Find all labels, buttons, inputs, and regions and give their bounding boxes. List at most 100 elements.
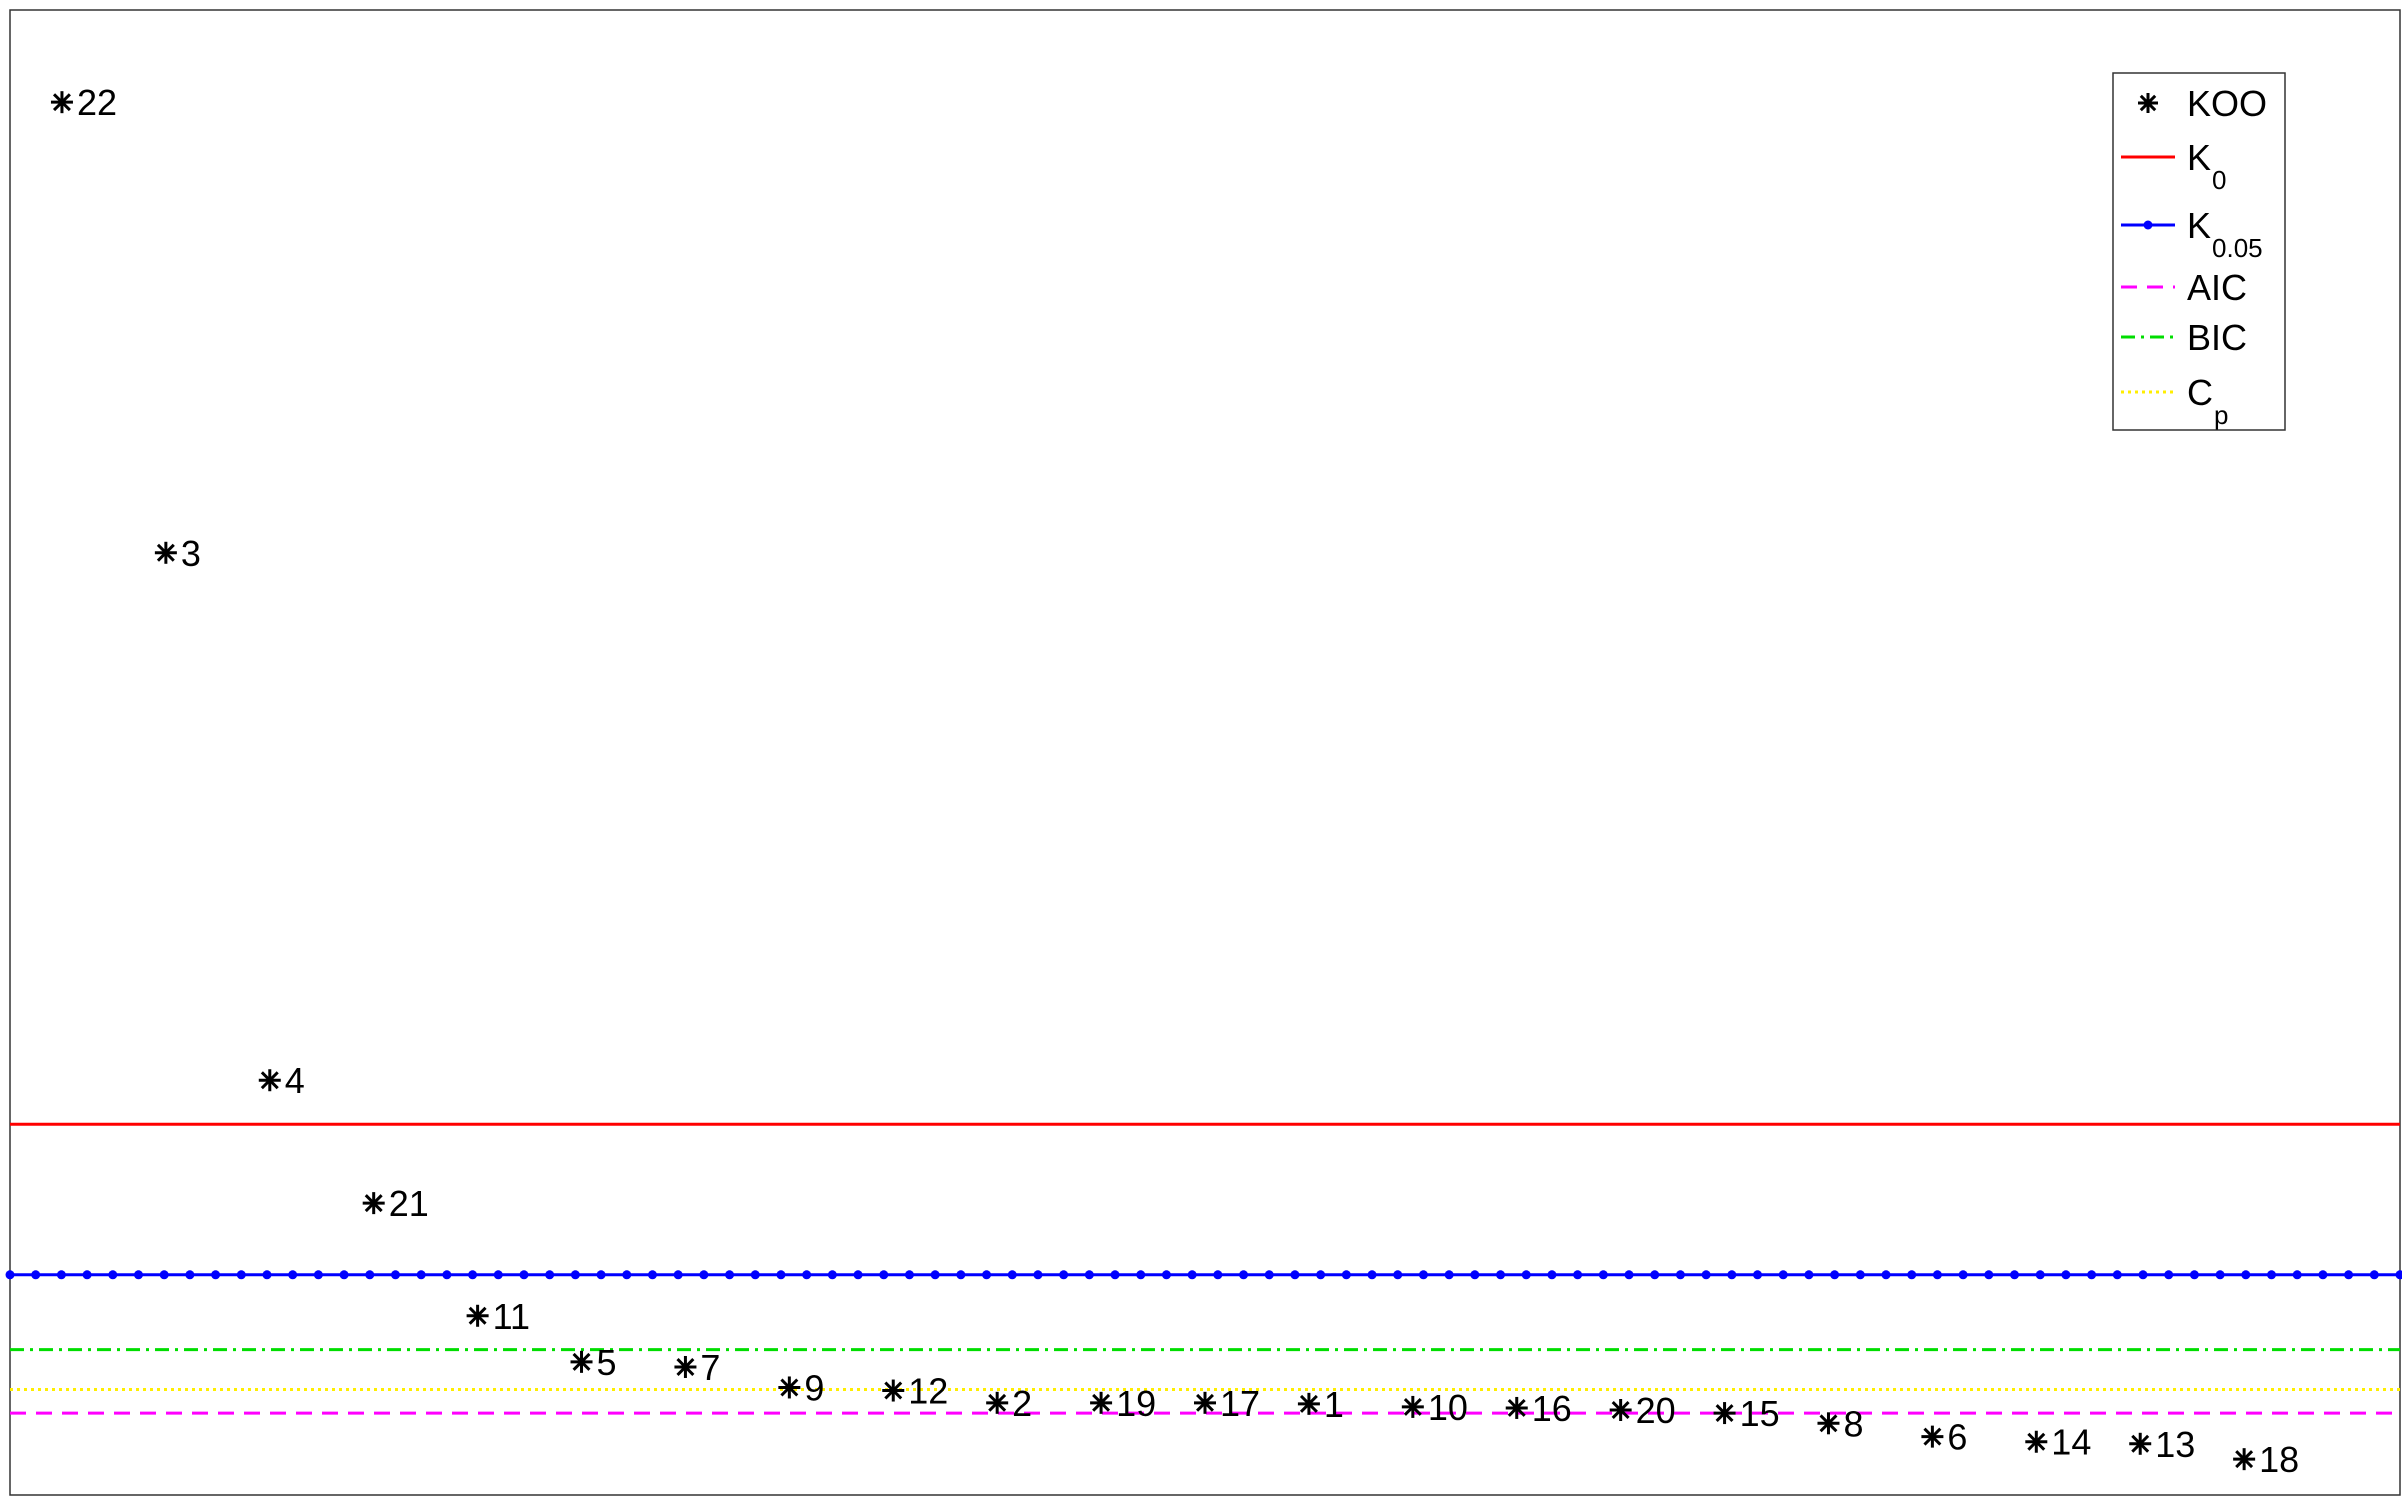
threshold-marker-k005: [1084, 1270, 1094, 1280]
threshold-marker-k005: [2241, 1270, 2251, 1280]
data-point: [1401, 1395, 1424, 1418]
data-point: [986, 1391, 1009, 1414]
threshold-marker-k005: [1316, 1270, 1326, 1280]
threshold-marker-k005: [2369, 1270, 2379, 1280]
threshold-marker-k005: [390, 1270, 400, 1280]
point-label: 2: [1012, 1383, 1032, 1424]
threshold-marker-k005: [493, 1270, 503, 1280]
point-label: 13: [2155, 1424, 2195, 1465]
data-point: [1505, 1396, 1528, 1419]
point-label: 22: [77, 82, 117, 123]
threshold-marker-k005: [1007, 1270, 1017, 1280]
threshold-marker-k005: [1161, 1270, 1171, 1280]
point-label: 3: [181, 533, 201, 574]
threshold-marker-k005: [1778, 1270, 1788, 1280]
threshold-marker-k005: [673, 1270, 683, 1280]
legend-label: AIC: [2187, 267, 2247, 308]
threshold-marker-k005: [288, 1270, 298, 1280]
legend-label: KOO: [2187, 83, 2267, 124]
threshold-marker-k005: [1418, 1270, 1428, 1280]
point-label: 6: [1947, 1417, 1967, 1458]
threshold-marker-k005: [1573, 1270, 1583, 1280]
threshold-marker-k005: [2292, 1270, 2302, 1280]
chart: 22 3 4 21 11 5 7 9 12 2 19 17 1 10 16 20 15 8 6 14 13 18 KOO K…: [5, 9, 2402, 1496]
threshold-marker-k005: [2215, 1270, 2225, 1280]
threshold-marker-k005: [519, 1270, 529, 1280]
threshold-marker-k005: [442, 1270, 452, 1280]
threshold-marker-k005: [1264, 1270, 1274, 1280]
threshold-marker-k005: [5, 1270, 15, 1280]
threshold-marker-k005: [2164, 1270, 2174, 1280]
threshold-marker-k005: [2344, 1270, 2354, 1280]
point-label: 5: [597, 1342, 617, 1383]
threshold-marker-k005: [1932, 1270, 1942, 1280]
point-label: 4: [285, 1060, 305, 1101]
point-label: 19: [1116, 1383, 1156, 1424]
threshold-marker-k005: [1881, 1270, 1891, 1280]
point-label: 9: [804, 1367, 824, 1408]
legend-label: K: [2187, 205, 2211, 246]
threshold-marker-k005: [750, 1270, 760, 1280]
data-point: [2025, 1430, 2048, 1453]
threshold-marker-k005: [1830, 1270, 1840, 1280]
threshold-marker-k005: [1547, 1270, 1557, 1280]
threshold-marker-k005: [262, 1270, 272, 1280]
threshold-marker-k005: [1624, 1270, 1634, 1280]
threshold-marker-k005: [1907, 1270, 1917, 1280]
point-label: 1: [1324, 1384, 1344, 1425]
data-point: [570, 1350, 593, 1373]
legend-marker-koo: [2138, 93, 2158, 113]
threshold-marker-k005: [2035, 1270, 2045, 1280]
threshold-marker-k005: [1110, 1270, 1120, 1280]
legend-label-subscript: 0.05: [2212, 233, 2263, 263]
data-point: [778, 1376, 801, 1399]
data-point: [2129, 1432, 2152, 1455]
threshold-marker-k005: [1675, 1270, 1685, 1280]
threshold-marker-k005: [1239, 1270, 1249, 1280]
threshold-marker-k005: [365, 1270, 375, 1280]
data-point: [1297, 1392, 1320, 1415]
data-point: [882, 1379, 905, 1402]
threshold-marker-k005: [2112, 1270, 2122, 1280]
point-label: 12: [908, 1371, 948, 1412]
data-point: [674, 1355, 697, 1378]
threshold-marker-k005: [236, 1270, 246, 1280]
threshold-marker-k005: [185, 1270, 195, 1280]
threshold-marker-k005: [1213, 1270, 1223, 1280]
point-label: 15: [1740, 1393, 1780, 1434]
threshold-marker-k005: [725, 1270, 735, 1280]
legend: KOOK0K0.05AICBICCp: [2112, 72, 2286, 431]
point-label: 8: [1843, 1403, 1863, 1444]
point-label: 17: [1220, 1383, 1260, 1424]
threshold-marker-k005: [802, 1270, 812, 1280]
threshold-marker-k005: [1521, 1270, 1531, 1280]
threshold-marker-k005: [622, 1270, 632, 1280]
threshold-marker-k005: [133, 1270, 143, 1280]
threshold-marker-k005: [159, 1270, 169, 1280]
threshold-marker-k005: [2138, 1270, 2148, 1280]
threshold-marker-k005: [1984, 1270, 1994, 1280]
threshold-marker-k005: [776, 1270, 786, 1280]
threshold-marker-k005: [879, 1270, 889, 1280]
threshold-marker-k005: [2087, 1270, 2097, 1280]
threshold-marker-k005: [1650, 1270, 1660, 1280]
threshold-marker-k005: [904, 1270, 914, 1280]
threshold-marker-k005: [570, 1270, 580, 1280]
threshold-marker-k005: [2061, 1270, 2071, 1280]
data-point: [1090, 1391, 1113, 1414]
threshold-marker-k005: [930, 1270, 940, 1280]
threshold-marker-k005: [2267, 1270, 2277, 1280]
threshold-marker-k005: [1958, 1270, 1968, 1280]
data-point: [1817, 1412, 1840, 1435]
threshold-marker-k005: [313, 1270, 323, 1280]
threshold-marker-k005: [1341, 1270, 1351, 1280]
point-label: 11: [493, 1296, 530, 1337]
threshold-marker-k005: [827, 1270, 837, 1280]
point-label: 20: [1636, 1390, 1676, 1431]
threshold-marker-k005: [1136, 1270, 1146, 1280]
threshold-marker-k005: [1444, 1270, 1454, 1280]
threshold-marker-k005: [1290, 1270, 1300, 1280]
threshold-marker-k005: [1470, 1270, 1480, 1280]
threshold-marker-k005: [699, 1270, 709, 1280]
threshold-marker-k005: [1855, 1270, 1865, 1280]
